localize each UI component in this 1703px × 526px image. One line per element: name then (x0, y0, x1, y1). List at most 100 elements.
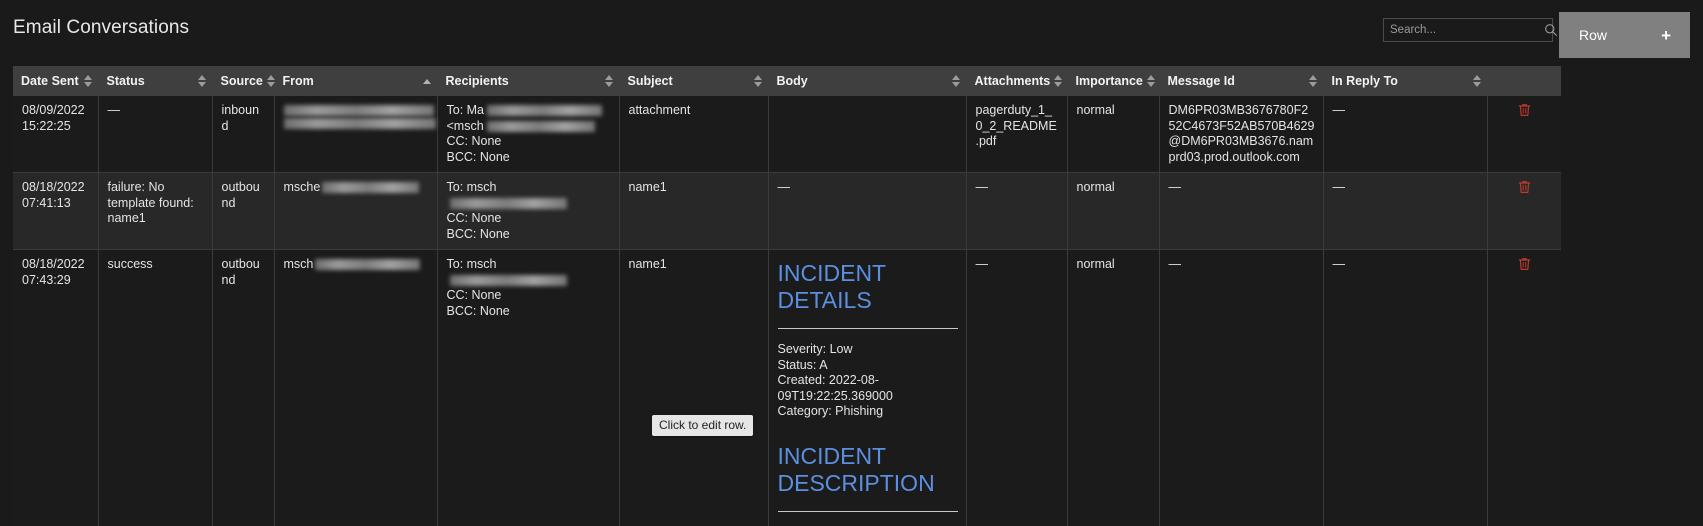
redacted-text (486, 120, 595, 132)
cell-recipients: To: msch CC: None BCC: None (437, 172, 620, 250)
delete-row-icon[interactable] (1518, 257, 1531, 271)
sort-indicator-icon[interactable] (422, 78, 431, 84)
cell-in-reply-to: — (1323, 249, 1488, 526)
sort-indicator-icon[interactable] (197, 75, 206, 87)
redacted-text (322, 182, 420, 194)
column-label: Body (776, 74, 808, 88)
cell-source: inbound (212, 96, 275, 173)
cell-in-reply-to: — (1323, 172, 1488, 250)
table-row[interactable]: 08/18/2022 07:43:29 success outbound msc… (13, 249, 1561, 526)
from-prefix: msch (283, 257, 314, 271)
cell-date-sent: 08/18/2022 07:43:29 (13, 249, 99, 526)
cell-from: msch (274, 249, 438, 526)
page-title: Email Conversations (13, 17, 190, 38)
body-category: Category: Phishing (777, 404, 884, 418)
delete-row-icon[interactable] (1518, 180, 1531, 194)
redacted-text (283, 105, 434, 116)
cell-actions[interactable] (1487, 249, 1561, 526)
cell-attachments: — (966, 172, 1068, 250)
search-icon[interactable] (1544, 23, 1558, 37)
recipients-bcc: BCC: None (446, 149, 510, 164)
column-header-status[interactable]: Status (98, 66, 213, 96)
cell-source: outbound (212, 172, 275, 250)
cell-actions[interactable] (1487, 96, 1561, 173)
redacted-text (449, 197, 567, 209)
cell-attachments: pagerduty_1_0_2_README.pdf (966, 96, 1068, 173)
cell-status: — (98, 96, 213, 173)
cell-from: msche (274, 172, 438, 250)
recipients-cc: CC: None (446, 211, 502, 225)
cell-in-reply-to: — (1323, 96, 1488, 173)
body-created: Created: 2022-08-09T19:22:25.369000 (777, 373, 893, 403)
cell-recipients: To: Ma <msch CC: None BCC: None (437, 96, 620, 173)
column-label: Date Sent (21, 74, 79, 88)
plus-icon: + (1661, 25, 1671, 45)
recipients-to: To: msch (446, 180, 497, 194)
sort-indicator-icon[interactable] (951, 75, 960, 87)
column-label: In Reply To (1331, 74, 1398, 88)
column-header-date-sent[interactable]: Date Sent (13, 66, 99, 96)
cell-message-id: DM6PR03MB3676780F252C4673F52AB570B4629@D… (1159, 96, 1324, 173)
column-label: Status (106, 74, 145, 88)
cell-status: success (98, 249, 213, 526)
column-header-message-id[interactable]: Message Id (1159, 66, 1324, 96)
column-header-attachments[interactable]: Attachments (966, 66, 1068, 96)
column-label: Importance (1075, 74, 1143, 88)
sort-indicator-icon[interactable] (1054, 75, 1063, 87)
sort-indicator-icon[interactable] (1472, 75, 1481, 87)
cell-subject: attachment (619, 96, 769, 173)
search-input[interactable] (1390, 24, 1544, 36)
redacted-text (283, 118, 436, 129)
cell-recipients: To: msch CC: None BCC: None (437, 249, 620, 526)
column-header-body[interactable]: Body (768, 66, 967, 96)
sort-indicator-icon[interactable] (753, 75, 762, 87)
from-prefix: msche (283, 180, 321, 194)
search-box[interactable] (1383, 18, 1558, 42)
sort-indicator-icon[interactable] (604, 75, 613, 87)
body-severity: Severity: Low (777, 342, 853, 356)
recipients-to: To: msch (446, 257, 497, 271)
delete-row-icon[interactable] (1518, 103, 1531, 117)
redacted-text (487, 105, 603, 117)
column-label: Message Id (1167, 74, 1235, 88)
cell-importance: normal (1067, 172, 1160, 250)
cell-date-sent: 08/09/2022 15:22:25 (13, 96, 99, 173)
body-heading-incident-description: INCIDENT DESCRIPTION (777, 442, 935, 496)
cell-body (768, 96, 967, 173)
cell-status: failure: No template found: name1 (98, 172, 213, 250)
add-row-label: Row (1579, 27, 1608, 43)
column-header-actions (1487, 66, 1561, 96)
sort-indicator-icon[interactable] (83, 75, 92, 87)
column-header-from[interactable]: From (274, 66, 438, 96)
table-row[interactable]: 08/18/2022 07:41:13 failure: No template… (13, 172, 1561, 250)
edit-row-tooltip: Click to edit row. (652, 415, 754, 436)
recipients-bcc: BCC: None (446, 226, 510, 241)
email-conversations-table[interactable]: Date Sent Status Source From Recipients … (13, 66, 1561, 526)
sort-indicator-icon[interactable] (1146, 75, 1155, 87)
column-header-in-reply-to[interactable]: In Reply To (1323, 66, 1488, 96)
body-heading-incident-details: INCIDENT DETAILS (777, 260, 886, 313)
column-label: Source (220, 74, 263, 88)
sort-indicator-icon[interactable] (1308, 75, 1317, 87)
app-root: Email Conversations Row + Date (0, 0, 1703, 526)
add-row-button[interactable]: Row + (1559, 12, 1690, 58)
cell-importance: normal (1067, 249, 1160, 526)
cell-date-sent: 08/18/2022 07:41:13 (13, 172, 99, 250)
column-header-subject[interactable]: Subject (619, 66, 769, 96)
table-row[interactable]: 08/09/2022 15:22:25 — inbound To: Ma <ms… (13, 96, 1561, 173)
cell-actions[interactable] (1487, 172, 1561, 250)
cell-from (274, 96, 438, 173)
cell-importance: normal (1067, 96, 1160, 173)
column-header-recipients[interactable]: Recipients (437, 66, 620, 96)
recipients-extra: <msch (446, 118, 484, 133)
recipients-cc: CC: None (446, 288, 502, 302)
redacted-text (315, 259, 421, 271)
recipients-cc: CC: None (446, 134, 502, 148)
column-label: Subject (627, 74, 673, 88)
column-header-source[interactable]: Source (212, 66, 275, 96)
column-header-importance[interactable]: Importance (1067, 66, 1160, 96)
cell-subject: name1 (619, 249, 769, 526)
recipients-bcc: BCC: None (446, 303, 510, 318)
body-status: Status: A (777, 357, 828, 372)
body-divider (777, 328, 958, 329)
